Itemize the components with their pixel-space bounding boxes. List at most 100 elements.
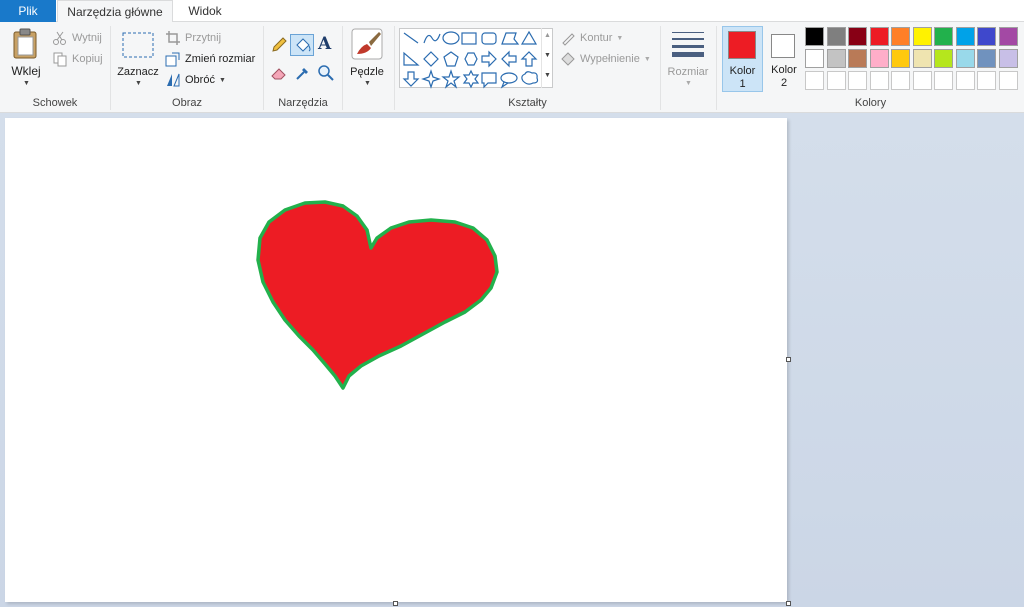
drawing-canvas[interactable] <box>5 118 791 606</box>
palette-swatch[interactable] <box>998 49 1018 68</box>
four-point-star-shape-icon <box>421 69 441 89</box>
shapes-scroll[interactable]: ▲ ▼ ▼ <box>541 28 553 88</box>
palette-swatch[interactable] <box>869 49 889 68</box>
resize-handle-corner[interactable] <box>786 601 791 606</box>
cut-button[interactable]: Wytnij <box>52 29 102 47</box>
palette-swatch[interactable] <box>934 27 953 46</box>
scroll-up-icon[interactable]: ▲ <box>544 32 551 39</box>
fill-button[interactable]: Wypełnienie ▼ <box>560 50 651 68</box>
diamond-shape-icon <box>423 51 439 67</box>
size-button[interactable]: Rozmiar ▼ <box>666 26 710 90</box>
palette-swatch[interactable] <box>955 71 975 90</box>
cloud-callout-shape-icon <box>521 71 539 85</box>
palette-swatch[interactable] <box>977 27 996 46</box>
left-arrow-shape-icon <box>501 50 517 68</box>
tab-view[interactable]: Widok <box>174 0 236 23</box>
tab-home[interactable]: Narzędzia główne <box>57 0 173 23</box>
palette-swatch[interactable] <box>977 71 996 90</box>
color2-number: 2 <box>780 77 788 89</box>
crop-icon <box>166 31 180 45</box>
palette-swatch[interactable] <box>848 27 867 46</box>
palette-swatch[interactable] <box>891 27 910 46</box>
oval-callout-shape-icon <box>500 72 518 89</box>
color-picker-icon[interactable] <box>294 64 312 82</box>
palette-swatch[interactable] <box>869 27 889 46</box>
rounded-rectangle-shape-icon <box>481 32 497 45</box>
color1-button[interactable]: Kolor 1 <box>722 26 763 92</box>
palette-swatch[interactable] <box>998 27 1018 46</box>
resize-icon <box>165 52 180 67</box>
group-label-shapes: Kształty <box>508 97 547 109</box>
resize-button[interactable]: Zmień rozmiar <box>165 50 255 68</box>
palette-swatch[interactable] <box>912 49 932 68</box>
paste-label: Wklej <box>11 64 41 78</box>
pentagon-shape-icon <box>443 51 459 67</box>
palette-swatch[interactable] <box>934 71 953 90</box>
resize-handle-bottom[interactable] <box>393 601 398 606</box>
line-size-icon <box>672 32 704 57</box>
paste-dropdown-icon[interactable]: ▼ <box>23 80 30 87</box>
palette-swatch[interactable] <box>826 71 846 90</box>
palette-swatch[interactable] <box>955 49 975 68</box>
palette-swatch[interactable] <box>869 71 889 90</box>
rotate-dropdown-icon[interactable]: ▼ <box>219 77 226 84</box>
palette-swatch[interactable] <box>848 49 867 68</box>
brushes-button[interactable]: Pędzle ▼ <box>346 26 388 90</box>
brushes-dropdown-icon[interactable]: ▼ <box>364 80 371 87</box>
text-tool-icon[interactable]: A <box>318 34 331 54</box>
select-button[interactable]: Zaznacz ▼ <box>116 26 160 90</box>
palette-swatch[interactable] <box>848 71 867 90</box>
palette-swatch[interactable] <box>891 71 910 90</box>
up-arrow-shape-icon <box>520 51 538 67</box>
palette-swatch[interactable] <box>934 49 953 68</box>
palette-swatch[interactable] <box>826 49 846 68</box>
color-palette <box>805 27 1020 93</box>
hexagon-shape-icon <box>464 52 478 66</box>
palette-swatch[interactable] <box>805 71 824 90</box>
right-triangle-shape-icon <box>403 51 420 66</box>
pencil-icon[interactable] <box>270 36 288 54</box>
resize-handle-right[interactable] <box>786 357 791 362</box>
ribbon: Wklej ▼ Wytnij Kopiuj Schowek Zaznacz ▼ … <box>0 22 1024 113</box>
copy-button[interactable]: Kopiuj <box>52 50 103 68</box>
palette-swatch[interactable] <box>977 49 996 68</box>
crop-button[interactable]: Przytnij <box>165 29 221 47</box>
resize-label: Zmień rozmiar <box>185 53 256 65</box>
palette-swatch[interactable] <box>998 71 1018 90</box>
palette-swatch[interactable] <box>805 49 824 68</box>
select-dropdown-icon[interactable]: ▼ <box>135 80 142 87</box>
expand-gallery-icon[interactable]: ▼ <box>544 72 551 79</box>
fill-dropdown-icon[interactable]: ▼ <box>644 56 651 63</box>
palette-swatch[interactable] <box>891 49 910 68</box>
palette-swatch[interactable] <box>912 27 932 46</box>
fill-tool-button[interactable] <box>290 34 314 56</box>
group-label-colors: Kolory <box>854 97 887 109</box>
color2-label: Kolor <box>771 64 797 76</box>
copy-icon <box>53 52 67 67</box>
five-point-star-shape-icon <box>441 69 461 89</box>
group-separator <box>660 26 661 110</box>
palette-swatch[interactable] <box>826 27 846 46</box>
color2-button[interactable]: Kolor 2 <box>765 26 803 92</box>
color2-swatch <box>771 34 795 58</box>
palette-swatch[interactable] <box>955 27 975 46</box>
palette-swatch[interactable] <box>912 71 932 90</box>
brushes-label: Pędzle <box>350 66 384 78</box>
outline-button[interactable]: Kontur ▼ <box>560 29 623 47</box>
cut-label: Wytnij <box>72 32 102 44</box>
oval-shape-icon <box>442 31 460 45</box>
paste-button[interactable]: Wklej ▼ <box>6 26 46 90</box>
eraser-icon[interactable] <box>270 64 288 82</box>
right-arrow-shape-icon <box>481 50 497 68</box>
ribbon-tab-bar: Plik Narzędzia główne Widok <box>0 0 1024 23</box>
magnifier-icon[interactable] <box>317 64 335 82</box>
tab-file[interactable]: Plik <box>0 0 56 22</box>
rotate-button[interactable]: Obróć ▼ <box>165 71 226 89</box>
group-separator <box>342 26 343 110</box>
color1-swatch <box>728 31 756 59</box>
scroll-down-icon[interactable]: ▼ <box>544 52 551 59</box>
palette-swatch[interactable] <box>805 27 824 46</box>
size-dropdown-icon[interactable]: ▼ <box>685 80 692 87</box>
size-label: Rozmiar <box>667 66 709 78</box>
outline-dropdown-icon[interactable]: ▼ <box>616 35 623 42</box>
